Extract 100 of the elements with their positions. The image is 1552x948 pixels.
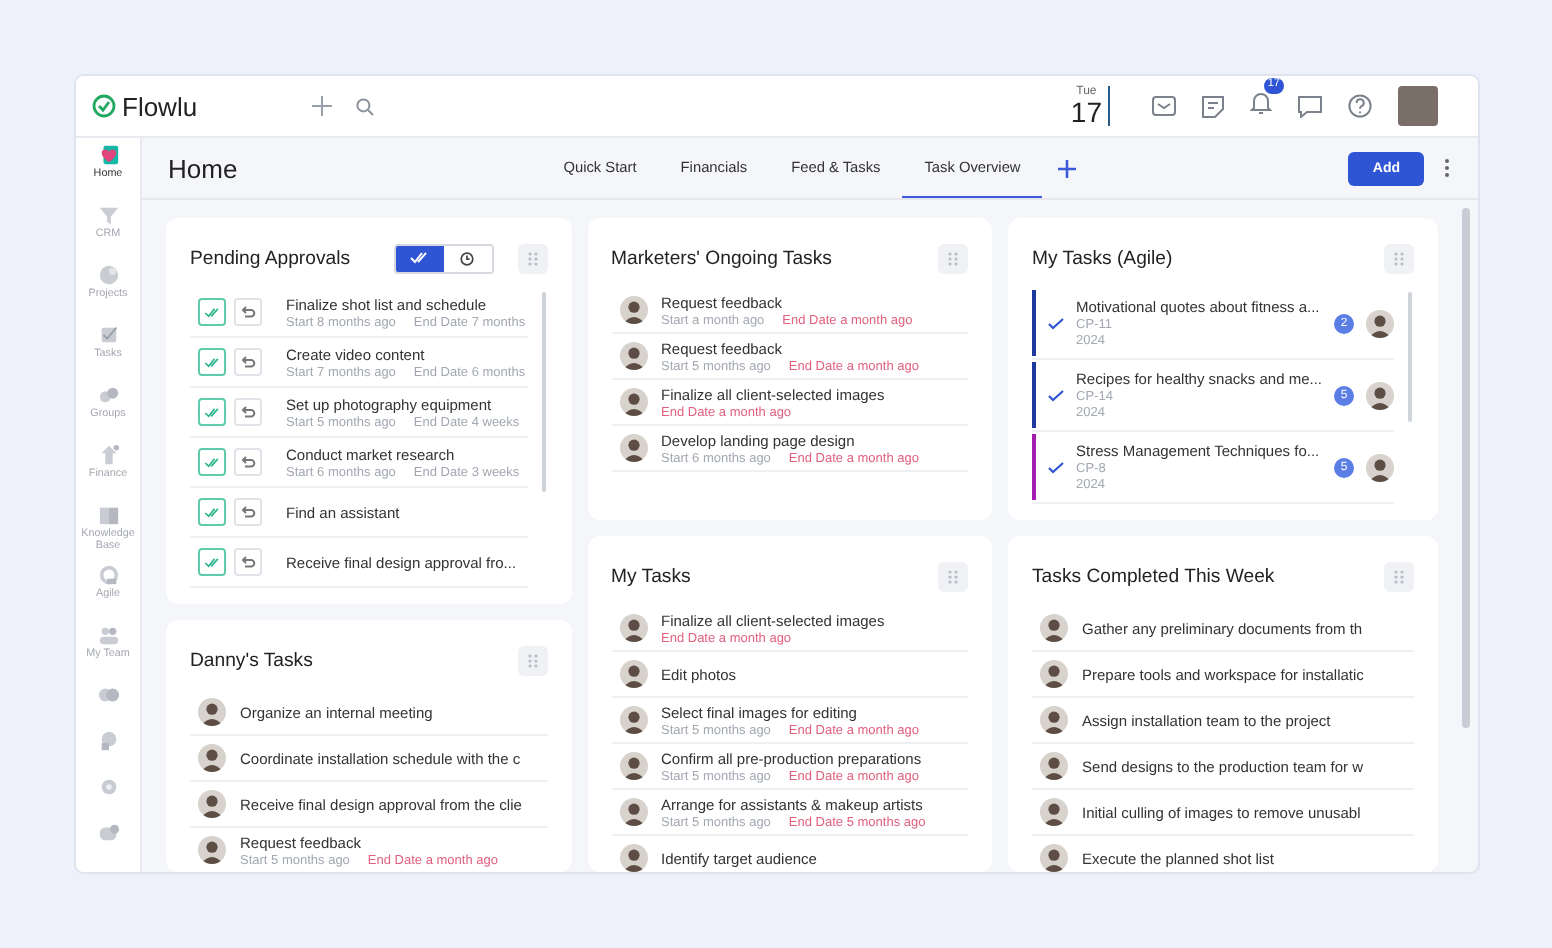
undo-button[interactable] <box>234 498 262 526</box>
avatar <box>619 614 647 642</box>
approve-button[interactable] <box>198 448 226 476</box>
avatar <box>1040 660 1069 688</box>
avatar <box>198 836 226 864</box>
drag-handle-button[interactable] <box>517 243 547 273</box>
undo-arrow-icon <box>241 506 255 518</box>
notes-button[interactable] <box>1202 95 1224 117</box>
undo-button[interactable] <box>234 298 262 326</box>
undo-button[interactable] <box>234 548 262 576</box>
card-title: Danny's Tasks <box>190 649 315 671</box>
module-icon <box>97 624 119 646</box>
module-icon <box>97 264 119 286</box>
module-icon <box>97 204 119 226</box>
module-icon <box>97 564 119 586</box>
grip-icon <box>1392 569 1406 583</box>
mail-button[interactable] <box>1152 96 1176 116</box>
check-icon <box>1048 461 1065 473</box>
check-icon <box>1048 389 1065 401</box>
help-icon <box>1348 94 1372 118</box>
avatar <box>1366 381 1394 409</box>
avatar <box>619 434 647 462</box>
drag-handle-button[interactable] <box>517 645 547 675</box>
note-icon <box>1202 95 1224 117</box>
drag-handle-button[interactable] <box>938 561 969 591</box>
drag-handle-button[interactable] <box>938 243 969 273</box>
module-icon <box>97 144 119 166</box>
card-title: My Tasks (Agile) <box>1032 247 1175 269</box>
search-icon <box>356 97 374 115</box>
avatar <box>198 698 226 726</box>
page-title: Home <box>168 153 238 183</box>
undo-button[interactable] <box>234 348 262 376</box>
module-icon <box>97 730 119 752</box>
grip-icon <box>525 251 539 265</box>
grip-icon <box>946 251 961 265</box>
logo-check-icon <box>92 94 116 118</box>
more-button[interactable] <box>1444 158 1451 178</box>
module-icon <box>97 822 119 844</box>
approve-button[interactable] <box>198 548 226 576</box>
avatar <box>1040 752 1069 780</box>
help-button[interactable] <box>1348 94 1372 118</box>
card-title: My Tasks <box>611 565 693 587</box>
card-title: Tasks Completed This Week <box>1032 565 1277 587</box>
avatar <box>619 798 647 826</box>
card-title: Marketers' Ongoing Tasks <box>611 247 834 269</box>
undo-arrow-icon <box>241 306 255 318</box>
module-icon <box>97 504 119 526</box>
approve-button[interactable] <box>198 348 226 376</box>
avatar <box>619 706 647 734</box>
add-tab-button[interactable] <box>1058 159 1077 177</box>
undo-button[interactable] <box>234 398 262 426</box>
avatar <box>619 752 647 780</box>
view-toggle-button[interactable] <box>395 245 443 271</box>
mail-icon <box>1152 96 1176 116</box>
chat-bubble-icon <box>1298 95 1322 117</box>
module-icon <box>97 684 119 706</box>
double-check-icon <box>204 307 220 317</box>
undo-arrow-icon <box>241 406 255 418</box>
module-icon <box>97 384 119 406</box>
scrollbar[interactable] <box>1408 292 1412 422</box>
avatar <box>619 660 647 688</box>
avatar <box>198 744 226 772</box>
double-check-icon <box>204 507 220 517</box>
avatar <box>1040 706 1069 734</box>
card-title: Pending Approvals <box>190 247 353 269</box>
double-check-icon <box>204 357 220 367</box>
avatar <box>619 844 647 872</box>
approve-button[interactable] <box>198 298 226 326</box>
approve-button[interactable] <box>198 398 226 426</box>
undo-arrow-icon <box>241 356 255 368</box>
double-check-icon <box>204 407 220 417</box>
scrollbar[interactable] <box>1462 208 1470 728</box>
day-number: 17 <box>1070 98 1102 126</box>
plus-icon <box>312 96 332 116</box>
chat-button[interactable] <box>1298 95 1322 117</box>
search-button[interactable] <box>356 97 374 115</box>
approve-button[interactable] <box>198 498 226 526</box>
drag-handle-button[interactable] <box>1384 243 1414 273</box>
avatar <box>619 342 647 370</box>
check-icon <box>1048 317 1065 329</box>
undo-arrow-icon <box>241 456 255 468</box>
drag-handle-button[interactable] <box>1384 561 1414 591</box>
double-check-icon <box>204 557 220 567</box>
avatar <box>619 296 647 324</box>
undo-button[interactable] <box>234 448 262 476</box>
module-icon <box>97 444 119 466</box>
grip-icon <box>946 569 961 583</box>
double-check-icon <box>410 252 428 264</box>
grip-icon <box>1392 251 1406 265</box>
notifications-button[interactable] <box>1250 92 1272 114</box>
clock-icon <box>460 251 474 265</box>
add-button[interactable] <box>312 96 332 116</box>
plus-icon <box>1058 159 1077 177</box>
avatar <box>1040 798 1069 826</box>
double-check-icon <box>204 457 220 467</box>
module-icon <box>97 324 119 346</box>
kebab-icon <box>1444 158 1451 178</box>
scrollbar[interactable] <box>541 292 545 492</box>
bell-icon <box>1250 92 1272 114</box>
avatar <box>1040 844 1069 872</box>
